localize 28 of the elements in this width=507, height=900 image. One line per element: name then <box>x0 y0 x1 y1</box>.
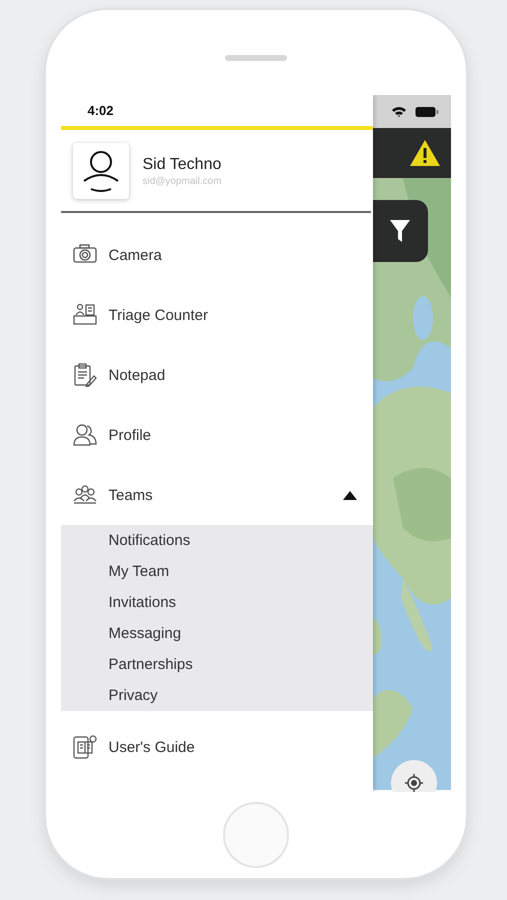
menu-item[interactable]: User's Guide <box>60 717 372 777</box>
collapse-triangle-icon[interactable] <box>342 490 356 500</box>
user-email: sid@yopmail.com <box>142 176 222 186</box>
menu-item[interactable]: Notepad <box>60 345 372 405</box>
submenu-item[interactable]: Notifications <box>60 525 372 556</box>
submenu-item[interactable]: Invitations <box>60 587 372 618</box>
locate-icon <box>404 773 424 792</box>
user-name: Sid Techno <box>142 156 222 174</box>
device-book-icon <box>72 735 96 759</box>
warning-icon[interactable] <box>408 139 440 167</box>
desk-icon <box>72 303 96 327</box>
battery-icon <box>414 106 438 118</box>
menu-item[interactable]: Teams <box>60 465 372 525</box>
menu-item[interactable]: Profile <box>60 405 372 465</box>
submenu-item[interactable]: Privacy <box>60 680 372 711</box>
users-icon <box>72 423 96 447</box>
user-silhouette-icon <box>80 149 120 193</box>
filter-button[interactable] <box>372 200 428 262</box>
clipboard-pencil-icon <box>72 363 96 387</box>
wifi-icon <box>390 106 406 118</box>
menu-item[interactable]: Camera <box>60 225 372 285</box>
speaker-slot <box>224 55 286 61</box>
menu-item[interactable]: Triage Counter <box>60 285 372 345</box>
submenu-item[interactable]: Partnerships <box>60 649 372 680</box>
status-time: 4:02 <box>88 103 114 118</box>
submenu-item[interactable]: My Team <box>60 556 372 587</box>
submenu-item[interactable]: Messaging <box>60 618 372 649</box>
filter-icon <box>389 219 411 243</box>
